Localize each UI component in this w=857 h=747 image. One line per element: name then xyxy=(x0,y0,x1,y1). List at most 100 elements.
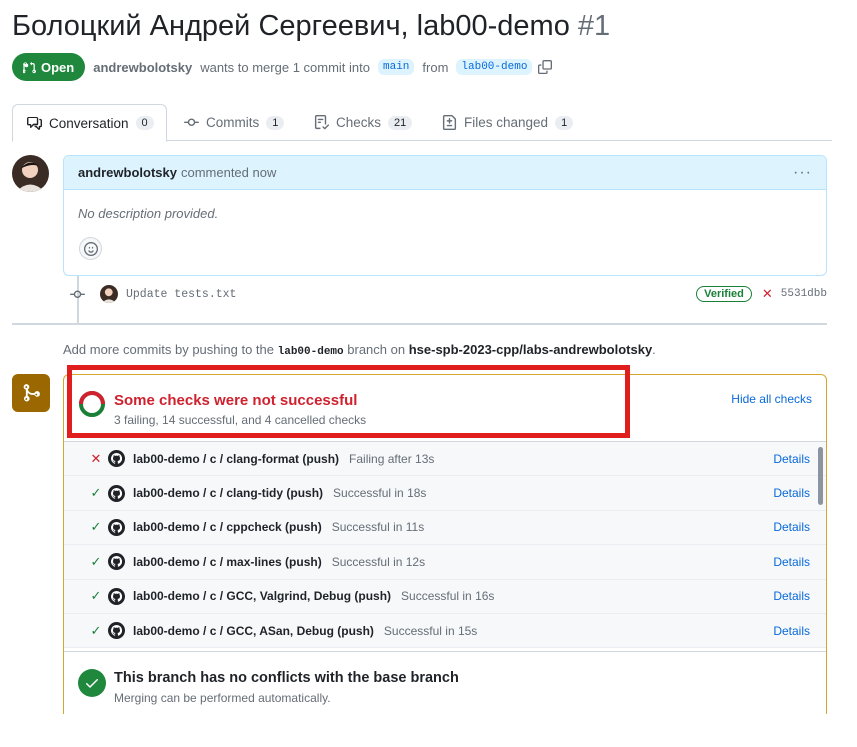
github-icon xyxy=(108,587,125,605)
check-details-link[interactable]: Details xyxy=(773,555,810,569)
pr-meta: Open andrewbolotsky wants to merge 1 com… xyxy=(12,53,553,81)
tab-commits-count: 1 xyxy=(266,115,285,130)
timeline-divider xyxy=(12,323,827,325)
check-result: Successful in 16s xyxy=(401,589,495,604)
merge-status: This branch has no conflicts with the ba… xyxy=(64,651,826,714)
check-details-link[interactable]: Details xyxy=(773,520,810,534)
base-branch[interactable]: main xyxy=(378,59,415,75)
check-name: lab00-demo / c / max-lines (push) xyxy=(133,554,322,569)
comment-box: andrewbolotsky commented now ··· No desc… xyxy=(63,155,827,276)
comment-time[interactable]: commented now xyxy=(181,165,276,180)
add-reaction-button[interactable] xyxy=(79,237,102,260)
tab-checks-label: Checks xyxy=(336,115,382,130)
head-branch[interactable]: lab00-demo xyxy=(456,59,533,75)
comment-discussion-icon xyxy=(27,116,42,130)
check-row: ✓ lab00-demo / c / max-lines (push) Succ… xyxy=(64,545,826,580)
copy-icon[interactable] xyxy=(538,60,553,74)
check-name: lab00-demo / c / GCC, ASan, Debug (push) xyxy=(133,623,374,638)
tab-checks-count: 21 xyxy=(388,115,413,130)
check-icon: ✓ xyxy=(90,622,102,638)
git-commit-icon xyxy=(70,290,85,298)
state-label: Open xyxy=(41,59,75,75)
annotation-highlight-box xyxy=(67,365,630,438)
merge-text: wants to merge 1 commit into xyxy=(200,59,370,75)
merge-status-subtitle: Merging can be performed automatically. xyxy=(114,691,331,705)
commit-row: Update tests.txt Verified ✕ 5531dbb xyxy=(70,284,827,304)
check-result: Successful in 18s xyxy=(333,486,427,501)
check-row: ✓ lab00-demo / c / clang-tidy (push) Suc… xyxy=(64,476,826,511)
check-result: Successful in 15s xyxy=(383,623,478,638)
pr-tabs: Conversation 0 Commits 1 Checks 21 Files… xyxy=(12,104,832,142)
tab-commits[interactable]: Commits 1 xyxy=(184,104,285,141)
check-details-link[interactable]: Details xyxy=(773,452,810,466)
tab-checks[interactable]: Checks 21 xyxy=(314,104,413,141)
x-icon: ✕ xyxy=(90,450,102,466)
check-row: ✓ lab00-demo / c / GCC, Valgrind, Debug … xyxy=(64,579,826,614)
github-icon xyxy=(108,622,125,640)
check-name: lab00-demo / c / GCC, Valgrind, Debug (p… xyxy=(133,589,392,604)
push-hint-repo[interactable]: hse-spb-2023-cpp/labs-andrewbolotsky xyxy=(409,342,652,357)
check-row: ✓ lab00-demo / c / GCC, ASan, Debug (pus… xyxy=(64,613,826,649)
comment-header: andrewbolotsky commented now ··· xyxy=(64,156,826,190)
avatar-image xyxy=(12,155,49,192)
check-icon: ✓ xyxy=(90,553,102,569)
from-text: from xyxy=(422,59,449,75)
tab-conversation-count: 0 xyxy=(135,116,154,130)
tab-files-changed[interactable]: Files changed 1 xyxy=(442,104,574,141)
check-result: Failing after 13s xyxy=(349,451,435,466)
state-badge: Open xyxy=(12,53,86,81)
check-name: lab00-demo / c / clang-tidy (push) xyxy=(133,486,324,501)
github-icon xyxy=(108,450,125,468)
hide-all-checks-link[interactable]: Hide all checks xyxy=(731,392,812,406)
commit-sha[interactable]: 5531dbb xyxy=(781,288,827,300)
github-icon xyxy=(108,484,125,502)
push-hint-prefix: Add more commits by pushing to the xyxy=(63,342,274,357)
check-result: Successful in 11s xyxy=(331,520,425,535)
avatar-image xyxy=(100,285,118,303)
avatar[interactable] xyxy=(12,155,49,192)
check-name: lab00-demo / c / clang-format (push) xyxy=(133,451,340,466)
git-merge-glyph xyxy=(23,384,40,402)
commit-message[interactable]: Update tests.txt xyxy=(126,288,236,301)
pr-title-text: Болоцкий Андрей Сергеевич, lab00-demo xyxy=(12,10,570,42)
push-hint-branch: lab00-demo xyxy=(277,346,344,358)
check-circle-icon xyxy=(78,669,106,697)
checklist-icon xyxy=(314,115,329,130)
verified-badge[interactable]: Verified xyxy=(696,286,752,302)
pr-author-link[interactable]: andrewbolotsky xyxy=(93,60,192,75)
tab-commits-label: Commits xyxy=(206,115,260,130)
comment-author[interactable]: andrewbolotsky xyxy=(78,165,177,180)
check-details-link[interactable]: Details xyxy=(773,589,810,603)
git-pull-request-icon xyxy=(23,61,36,73)
tab-files-changed-count: 1 xyxy=(555,115,574,130)
check-icon: ✓ xyxy=(90,588,102,604)
check-name: lab00-demo / c / cppcheck (push) xyxy=(133,520,322,535)
tab-conversation[interactable]: Conversation 0 xyxy=(12,104,167,142)
git-commit-icon xyxy=(184,118,199,127)
push-hint-suffix: . xyxy=(652,342,656,357)
checks-scrollbar[interactable] xyxy=(818,447,823,505)
check-row: ✕ lab00-demo / c / clang-format (push) F… xyxy=(64,442,826,477)
git-merge-icon xyxy=(12,374,50,412)
github-icon xyxy=(108,518,125,536)
file-diff-icon xyxy=(442,115,457,130)
check-row: ✓ lab00-demo / c / cppcheck (push) Succe… xyxy=(64,510,826,546)
github-icon xyxy=(108,553,125,571)
comment-body: No description provided. xyxy=(78,206,219,221)
check-result: Successful in 12s xyxy=(331,554,426,569)
check-icon: ✓ xyxy=(90,519,102,535)
pr-number: #1 xyxy=(577,10,611,42)
check-list: ✕ lab00-demo / c / clang-format (push) F… xyxy=(64,442,826,649)
commit-avatar[interactable] xyxy=(100,285,118,303)
pr-title: Болоцкий Андрей Сергеевич, lab00-demo #1 xyxy=(12,10,610,43)
check-details-link[interactable]: Details xyxy=(773,486,810,500)
check-icon: ✓ xyxy=(90,485,102,501)
check-details-link[interactable]: Details xyxy=(773,624,810,638)
push-hint-middle: branch on xyxy=(347,342,406,357)
x-icon[interactable]: ✕ xyxy=(762,286,773,302)
tab-conversation-label: Conversation xyxy=(49,115,129,131)
push-hint: Add more commits by pushing to the lab00… xyxy=(63,342,656,358)
kebab-menu-icon[interactable]: ··· xyxy=(793,164,812,182)
smiley-icon xyxy=(83,241,98,256)
merge-status-title: This branch has no conflicts with the ba… xyxy=(114,670,459,686)
